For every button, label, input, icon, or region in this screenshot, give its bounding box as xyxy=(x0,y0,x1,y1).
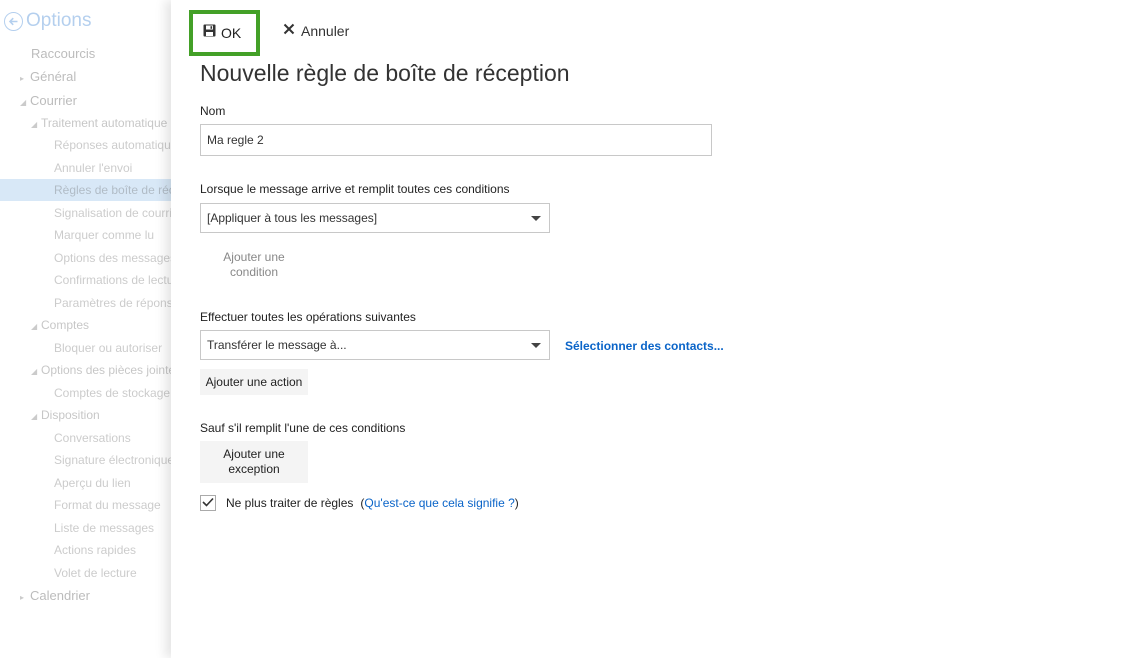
sidebar-item-calendrier[interactable]: ▸ Calendrier xyxy=(20,588,90,603)
sidebar-item-label: Comptes xyxy=(41,318,90,332)
sidebar-item-comptes-stockage[interactable]: Comptes de stockage xyxy=(54,386,170,400)
sidebar-item-label: Marquer comme lu xyxy=(54,228,155,242)
page-title: Nouvelle règle de boîte de réception xyxy=(200,60,570,86)
sidebar-item-label: Courrier xyxy=(30,93,77,108)
actions-label: Effectuer toutes les opérations suivante… xyxy=(200,310,416,324)
sidebar-item-label: Calendrier xyxy=(30,588,90,603)
sidebar-item-label: Volet de lecture xyxy=(54,566,137,580)
ok-button[interactable]: OK xyxy=(189,10,260,56)
options-back-button[interactable]: Options xyxy=(4,10,91,32)
condition-select-value: [Appliquer à tous les messages] xyxy=(207,211,378,225)
add-exception-label-line2: exception xyxy=(228,462,280,476)
sidebar-item-conversations[interactable]: Conversations xyxy=(54,431,131,445)
stop-rules-label: Ne plus traiter de règles xyxy=(226,496,354,510)
cancel-button-label: Annuler xyxy=(301,23,350,39)
sidebar-item-label: Comptes de stockage xyxy=(54,386,171,400)
sidebar-item-parametres-reponse[interactable]: Paramètres de réponse xyxy=(54,296,171,310)
add-exception-button[interactable]: Ajouter une exception xyxy=(200,441,308,483)
sidebar-item-label: Options des messages xyxy=(54,251,171,265)
close-icon xyxy=(283,22,295,40)
action-select[interactable]: Transférer le message à... xyxy=(200,330,550,360)
sidebar-item-bloquer[interactable]: Bloquer ou autoriser xyxy=(54,341,162,355)
back-arrow-circle-icon xyxy=(4,11,23,31)
sidebar-item-apercu-lien[interactable]: Aperçu du lien xyxy=(54,476,131,490)
expanded-down-icon: ◢ xyxy=(20,98,27,107)
sidebar-item-label: Règles de boîte de réception xyxy=(54,183,171,197)
sidebar-item-label: Conversations xyxy=(54,431,131,445)
stop-rules-row: Ne plus traiter de règles (Qu'est-ce que… xyxy=(200,495,519,511)
sidebar-item-options-messages[interactable]: Options des messages xyxy=(54,251,171,265)
sidebar-item-traitement-automatique[interactable]: ◢ Traitement automatique xyxy=(31,116,167,130)
sidebar-item-disposition[interactable]: ◢ Disposition xyxy=(31,408,100,422)
sidebar-item-comptes[interactable]: ◢ Comptes xyxy=(31,318,89,332)
sidebar-item-label: Options des pièces jointes xyxy=(41,363,171,377)
new-inbox-rule-dialog: OK Annuler Nouvelle règle de boîte de ré… xyxy=(171,0,1142,658)
sidebar-item-raccourcis[interactable]: Raccourcis xyxy=(31,46,95,61)
sidebar-item-annuler-envoi[interactable]: Annuler l'envoi xyxy=(54,161,132,175)
add-action-button[interactable]: Ajouter une action xyxy=(200,369,308,395)
help-close-paren: ) xyxy=(514,496,519,510)
conditions-label: Lorsque le message arrive et remplit tou… xyxy=(200,182,510,196)
add-condition-label-line1: Ajouter une xyxy=(223,250,285,264)
name-label: Nom xyxy=(200,104,226,118)
sidebar-item-confirmations[interactable]: Confirmations de lecture xyxy=(54,273,171,287)
help-link[interactable]: Qu'est-ce que cela signifie ? xyxy=(364,496,514,510)
sidebar-item-actions-rapides[interactable]: Actions rapides xyxy=(54,543,136,557)
chevron-down-icon xyxy=(531,343,541,348)
sidebar-item-label: Confirmations de lecture xyxy=(54,273,171,287)
action-select-value: Transférer le message à... xyxy=(207,338,347,352)
sidebar-item-liste-messages[interactable]: Liste de messages xyxy=(54,521,154,535)
add-condition-label-line2: condition xyxy=(229,265,279,279)
sidebar-item-volet-lecture[interactable]: Volet de lecture xyxy=(54,566,137,580)
expanded-down-icon: ◢ xyxy=(31,322,38,331)
sidebar-item-label: Format du message xyxy=(54,498,161,512)
expand-right-icon: ▸ xyxy=(20,593,25,602)
stop-rules-checkbox[interactable] xyxy=(200,495,216,511)
save-icon xyxy=(203,24,216,42)
select-contacts-link[interactable]: Sélectionner des contacts... xyxy=(565,339,724,353)
sidebar-item-signalisation[interactable]: Signalisation de courrier xyxy=(54,206,171,220)
sidebar-item-label: Raccourcis xyxy=(31,46,96,61)
add-action-label: Ajouter une action xyxy=(205,375,303,389)
sidebar-item-label: Paramètres de réponse xyxy=(54,296,171,310)
expanded-down-icon: ◢ xyxy=(31,412,38,421)
sidebar-item-format-message[interactable]: Format du message xyxy=(54,498,161,512)
chevron-down-icon xyxy=(531,216,541,221)
add-condition-button[interactable]: Ajouter une condition xyxy=(200,244,308,286)
options-title: Options xyxy=(26,10,92,31)
condition-select[interactable]: [Appliquer à tous les messages] xyxy=(200,203,550,233)
sidebar-item-reponses-automatiques[interactable]: Réponses automatiques xyxy=(54,138,171,152)
expanded-down-icon: ◢ xyxy=(31,120,38,129)
add-exception-label-line1: Ajouter une xyxy=(223,447,285,461)
sidebar-item-label: Signature électronique xyxy=(54,453,171,467)
options-sidebar: Options Raccourcis ▸ Général ◢ Courrier ◢ T… xyxy=(0,0,171,658)
sidebar-item-label: Annuler l'envoi xyxy=(54,161,133,175)
sidebar-item-marquer-lu[interactable]: Marquer comme lu xyxy=(54,228,154,242)
rule-name-input[interactable] xyxy=(200,124,712,156)
ok-button-label: OK xyxy=(221,25,242,41)
sidebar-item-label: Général xyxy=(30,69,77,84)
sidebar-item-label: Signalisation de courrier xyxy=(54,206,171,220)
sidebar-item-regles[interactable]: Règles de boîte de réception xyxy=(54,183,171,197)
cancel-button[interactable]: Annuler xyxy=(283,22,349,40)
sidebar-item-signature[interactable]: Signature électronique xyxy=(54,453,171,467)
sidebar-item-label: Aperçu du lien xyxy=(54,476,131,490)
sidebar-item-general[interactable]: ▸ Général xyxy=(20,69,76,84)
expand-right-icon: ▸ xyxy=(20,74,25,83)
checkmark-icon xyxy=(202,494,214,512)
sidebar-item-label: Réponses automatiques xyxy=(54,138,171,152)
sidebar-item-label: Bloquer ou autoriser xyxy=(54,341,163,355)
sidebar-item-pieces-jointes[interactable]: ◢ Options des pièces jointes xyxy=(31,363,171,377)
sidebar-item-label: Disposition xyxy=(41,408,100,422)
exceptions-label: Sauf s'il remplit l'une de ces condition… xyxy=(200,421,406,435)
sidebar-item-label: Actions rapides xyxy=(54,543,137,557)
sidebar-item-label: Traitement automatique xyxy=(41,116,168,130)
sidebar-item-courrier[interactable]: ◢ Courrier xyxy=(20,93,77,108)
sidebar-item-label: Liste de messages xyxy=(54,521,155,535)
expanded-down-icon: ◢ xyxy=(31,367,38,376)
